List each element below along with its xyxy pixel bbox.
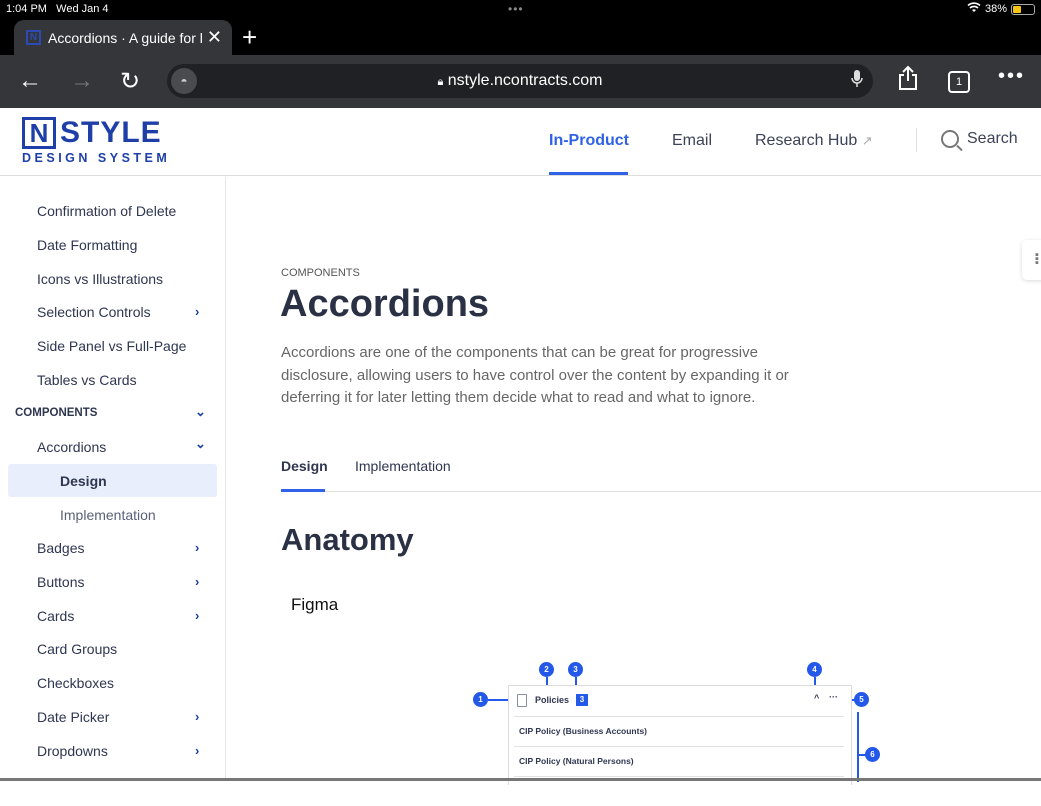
more-menu-icon[interactable]: ••• <box>998 65 1025 88</box>
tab-count-button[interactable]: 1 <box>948 71 970 93</box>
document-icon <box>517 694 527 707</box>
anatomy-pin: 3 <box>568 662 583 677</box>
sidebar-item-tables-vs-cards[interactable]: Tables vs Cards <box>37 372 137 388</box>
address-bar[interactable]: ◓ 🔒︎ nstyle.ncontracts.com <box>167 64 873 98</box>
search-label: Search <box>967 130 1018 147</box>
share-icon[interactable] <box>897 65 919 98</box>
tab-implementation[interactable]: Implementation <box>355 458 451 474</box>
sidebar-item-buttons[interactable]: Buttons <box>37 574 84 590</box>
logo-mark: N <box>22 117 56 149</box>
reload-icon[interactable]: ↻ <box>120 67 140 96</box>
nstyle-logo[interactable]: N STYLE DESIGN SYSTEM <box>22 117 170 165</box>
accordion-header: Policies 3 ^ ··· <box>509 686 851 716</box>
page-title: Accordions <box>280 283 490 325</box>
battery-icon <box>1011 3 1035 15</box>
nav-divider <box>916 128 917 152</box>
accordion-row: CIP Policy (Natural Persons) <box>514 746 844 776</box>
forward-icon[interactable]: → <box>70 67 94 95</box>
sidebar-active-highlight <box>8 464 217 497</box>
new-tab-icon[interactable]: + <box>242 22 257 53</box>
sidebar: Confirmation of Delete Date Formatting I… <box>0 177 226 781</box>
chevron-down-icon[interactable]: ⌄ <box>195 404 206 420</box>
sidebar-section-components[interactable]: COMPONENTS <box>15 407 97 419</box>
sidebar-item-date-formatting[interactable]: Date Formatting <box>37 237 137 253</box>
leader-line <box>857 712 859 782</box>
leader-line <box>857 754 866 756</box>
chevron-right-icon[interactable]: › <box>195 608 199 623</box>
battery-percent: 38% <box>984 3 1007 15</box>
external-link-icon: ↗ <box>861 133 873 148</box>
tab-title: Accordions · A guide for l <box>48 29 203 46</box>
sidebar-item-selection-controls[interactable]: Selection Controls <box>37 304 151 320</box>
kebab-icon: ▪ ▪ ▪ <box>1035 249 1039 269</box>
favicon-icon: N <box>26 30 41 45</box>
sidebar-item-confirmation-of-delete[interactable]: Confirmation of Delete <box>37 203 176 219</box>
wifi-icon <box>967 2 981 16</box>
close-tab-icon[interactable]: ✕ <box>207 27 222 48</box>
chevron-right-icon[interactable]: › <box>195 304 199 319</box>
nav-active-indicator <box>549 172 628 175</box>
anatomy-pin: 4 <box>807 662 822 677</box>
search-icon <box>941 130 959 148</box>
page-description: Accordions are one of the components tha… <box>281 344 789 406</box>
anatomy-diagram: 1 2 3 4 5 6 Policies 3 ^ ··· CIP Policy … <box>473 657 903 785</box>
sidebar-item-cards[interactable]: Cards <box>37 608 74 624</box>
chevron-right-icon[interactable]: › <box>195 574 199 589</box>
chevron-right-icon[interactable]: › <box>195 743 199 758</box>
anatomy-pin: 2 <box>539 662 554 677</box>
battery-fill <box>1013 5 1021 13</box>
page-eyebrow: COMPONENTS <box>281 267 360 279</box>
figma-label: Figma <box>291 595 339 614</box>
main-content: COMPONENTS Accordions Accordions are one… <box>227 177 1041 785</box>
chevron-down-icon[interactable]: ⌄ <box>195 436 206 452</box>
page-menu-handle[interactable]: ▪ ▪ ▪ <box>1022 240 1041 280</box>
chevron-right-icon[interactable]: › <box>195 540 199 555</box>
lock-icon: 🔒︎ <box>437 76 444 88</box>
nav-in-product[interactable]: In-Product <box>549 132 629 150</box>
tab-active-indicator <box>281 489 325 492</box>
accordion-title: Policies <box>535 695 570 705</box>
section-title: Anatomy <box>281 522 414 557</box>
accordion-example: Policies 3 ^ ··· CIP Policy (Business Ac… <box>508 685 852 785</box>
anatomy-pin: 6 <box>865 747 880 762</box>
count-badge: 3 <box>576 694 588 706</box>
accordion-row: CIP Policy (Business Accounts) <box>514 716 844 746</box>
chevron-up-icon: ^ <box>814 693 820 703</box>
sidebar-item-side-panel-vs-full-page[interactable]: Side Panel vs Full-Page <box>37 338 186 354</box>
url-text[interactable]: 🔒︎ nstyle.ncontracts.com <box>167 72 873 90</box>
status-right: 38% <box>967 2 1035 16</box>
content-tabs: Design Implementation <box>281 452 1041 492</box>
sidebar-item-dropdowns[interactable]: Dropdowns <box>37 743 108 759</box>
sidebar-item-icons-vs-illustrations[interactable]: Icons vs Illustrations <box>37 271 163 287</box>
microphone-icon[interactable] <box>851 70 863 93</box>
sidebar-item-design[interactable]: Design <box>60 473 107 489</box>
back-icon[interactable]: ← <box>18 67 42 95</box>
more-icon: ··· <box>829 692 838 702</box>
search-button[interactable]: Search <box>941 130 1018 148</box>
tab-design[interactable]: Design <box>281 458 328 474</box>
multitask-dots[interactable]: ••• <box>508 2 524 16</box>
anatomy-pin: 5 <box>854 692 869 707</box>
logo-word: STYLE <box>60 116 162 149</box>
tab-strip: N Accordions · A guide for l ✕ + <box>0 18 1041 55</box>
logo-subtitle: DESIGN SYSTEM <box>22 151 171 165</box>
status-time: 1:04 PM Wed Jan 4 <box>6 3 109 15</box>
sidebar-item-accordions[interactable]: Accordions <box>37 439 106 455</box>
anatomy-pin: 1 <box>473 692 488 707</box>
status-bar: 1:04 PM Wed Jan 4 ••• 38% <box>0 0 1041 18</box>
leader-line <box>488 699 508 701</box>
browser-tab[interactable]: N Accordions · A guide for l ✕ <box>14 20 232 55</box>
nav-email[interactable]: Email <box>672 132 712 150</box>
chevron-right-icon[interactable]: › <box>195 709 199 724</box>
sidebar-item-date-picker[interactable]: Date Picker <box>37 709 109 725</box>
sidebar-item-checkboxes[interactable]: Checkboxes <box>37 675 114 691</box>
browser-toolbar: ← → ↻ ◓ 🔒︎ nstyle.ncontracts.com 1 ••• <box>0 55 1041 108</box>
sidebar-item-badges[interactable]: Badges <box>37 540 84 556</box>
sidebar-item-implementation[interactable]: Implementation <box>60 507 156 523</box>
sidebar-item-card-groups[interactable]: Card Groups <box>37 641 117 657</box>
site-header: N STYLE DESIGN SYSTEM In-Product Email Re… <box>0 108 1041 176</box>
nav-research-hub[interactable]: Research Hub ↗ <box>755 132 873 150</box>
